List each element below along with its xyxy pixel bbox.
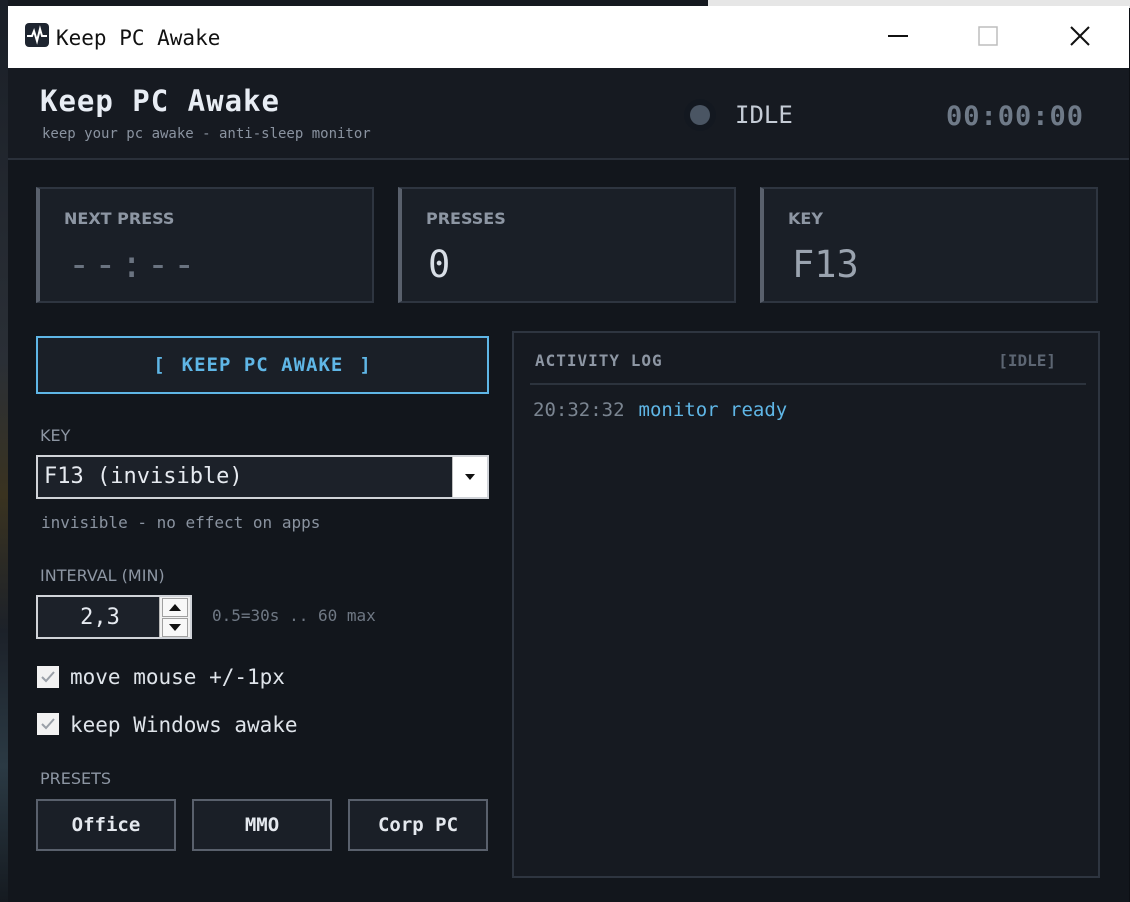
- title-bar[interactable]: Keep PC Awake: [8, 6, 1129, 69]
- elapsed-timer: 00:00:00: [946, 101, 1085, 132]
- status-indicator-icon: [684, 99, 716, 131]
- interval-stepper[interactable]: 2,3: [36, 595, 192, 639]
- log-entry: 20:32:32 monitor ready: [533, 399, 787, 421]
- maximize-icon: [978, 26, 998, 46]
- checkmark-icon: [41, 718, 55, 730]
- key-card: KEY F13: [760, 187, 1098, 303]
- key-card-value: F13: [792, 243, 859, 286]
- keep-windows-awake-label[interactable]: keep Windows awake: [70, 713, 298, 737]
- key-select-value: F13 (invisible): [44, 464, 243, 489]
- move-mouse-label[interactable]: move mouse +/-1px: [70, 665, 285, 689]
- close-button[interactable]: [1036, 6, 1126, 66]
- log-entry-time: 20:32:32: [533, 399, 625, 421]
- key-select-dropdown-button[interactable]: [452, 457, 487, 497]
- interval-increment-button[interactable]: [162, 598, 188, 617]
- key-card-label: KEY: [788, 209, 823, 228]
- log-entry-message: monitor ready: [638, 399, 788, 421]
- next-press-card: NEXT PRESS --:--: [36, 187, 374, 303]
- minimize-icon: [888, 35, 908, 37]
- keep-button-label: KEEP PC AWAKE: [181, 354, 344, 376]
- app-subtitle: keep your pc awake - anti-sleep monitor: [42, 126, 371, 142]
- desktop-edge: [0, 0, 8, 902]
- close-icon: [1070, 26, 1090, 46]
- interval-spin-buttons: [159, 597, 190, 637]
- next-press-label: NEXT PRESS: [64, 209, 175, 228]
- preset-office-button[interactable]: Office: [36, 799, 176, 851]
- presets-section-label: PRESETS: [40, 769, 112, 788]
- key-section-label: KEY: [40, 426, 71, 445]
- keep-windows-awake-checkbox[interactable]: [37, 713, 59, 735]
- interval-decrement-button[interactable]: [162, 618, 188, 637]
- activity-log-divider: [530, 383, 1086, 385]
- app-title: Keep PC Awake: [40, 84, 280, 118]
- presses-card: PRESSES 0: [398, 187, 736, 303]
- key-select[interactable]: F13 (invisible): [36, 455, 489, 499]
- activity-log-state: [IDLE]: [998, 351, 1056, 370]
- keep-pc-awake-button[interactable]: [ KEEP PC AWAKE]: [36, 336, 489, 394]
- keep-button-bracket-close: ]: [359, 354, 372, 376]
- app-window: Keep PC Awake Keep PC Awake keep your pc…: [8, 6, 1129, 902]
- maximize-button[interactable]: [944, 6, 1034, 66]
- pulse-app-icon: [25, 23, 49, 47]
- caret-up-icon: [169, 604, 181, 611]
- caret-down-icon: [169, 624, 181, 631]
- move-mouse-checkbox[interactable]: [37, 666, 59, 688]
- chevron-down-icon: [465, 474, 475, 480]
- interval-value: 2,3: [80, 605, 120, 630]
- activity-log-panel[interactable]: ACTIVITY LOG [IDLE] 20:32:32 monitor read…: [512, 331, 1100, 878]
- interval-hint: 0.5=30s .. 60 max: [212, 606, 376, 625]
- keep-button-bracket-open: [: [153, 354, 166, 376]
- next-press-value: --:--: [68, 243, 200, 286]
- activity-log-title: ACTIVITY LOG: [535, 351, 663, 370]
- key-hint: invisible - no effect on apps: [41, 513, 321, 532]
- status-text: IDLE: [735, 101, 793, 129]
- checkmark-icon: [41, 671, 55, 683]
- app-header: Keep PC Awake keep your pc awake - anti-…: [8, 68, 1129, 160]
- preset-corp-pc-button[interactable]: Corp PC: [348, 799, 488, 851]
- interval-section-label: INTERVAL (MIN): [40, 566, 165, 585]
- window-title: Keep PC Awake: [56, 26, 221, 50]
- preset-mmo-button[interactable]: MMO: [192, 799, 332, 851]
- presses-label: PRESSES: [426, 209, 506, 228]
- minimize-button[interactable]: [854, 6, 944, 66]
- presses-value: 0: [428, 243, 451, 286]
